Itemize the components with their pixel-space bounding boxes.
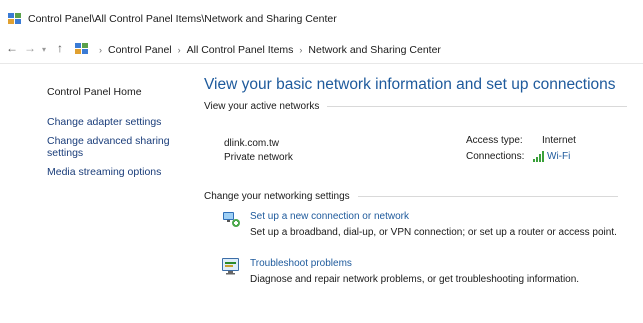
sidebar-item-advanced-sharing[interactable]: Change advanced sharing	[47, 135, 170, 147]
breadcrumb-separator-icon: ›	[299, 45, 303, 55]
networking-settings-heading: Change your networking settings	[204, 191, 618, 202]
troubleshoot-description: Diagnose and repair network problems, or…	[250, 274, 580, 285]
back-arrow-icon[interactable]: ←	[6, 42, 18, 54]
access-type-label: Access type:	[466, 135, 523, 146]
sidebar-item-control-panel-home[interactable]: Control Panel Home	[47, 86, 142, 98]
up-arrow-icon[interactable]: ↑	[57, 42, 63, 54]
network-setup-icon	[223, 212, 240, 227]
network-name: dlink.com.tw	[224, 138, 280, 149]
wifi-connection-link[interactable]: Wi-Fi	[547, 151, 570, 162]
networking-settings-heading-text: Change your networking settings	[204, 191, 350, 202]
main-content: View your basic network information and …	[204, 64, 643, 323]
sidebar-item-adapter-settings[interactable]: Change adapter settings	[47, 116, 161, 128]
active-networks-heading-text: View your active networks	[204, 101, 320, 112]
setup-connection-description: Set up a broadband, dial-up, or VPN conn…	[250, 227, 617, 238]
control-panel-icon	[75, 43, 88, 54]
sidebar-item-advanced-sharing-line2[interactable]: settings	[47, 147, 83, 159]
control-panel-icon	[8, 13, 21, 24]
connections-label: Connections:	[466, 151, 525, 162]
section-divider	[327, 106, 628, 107]
network-type: Private network	[224, 152, 293, 163]
address-bar: ← → ▾ ↑ › Control Panel › All Control Pa…	[0, 34, 643, 64]
access-type-value: Internet	[542, 135, 576, 146]
sidebar: Control Panel Home Change adapter settin…	[0, 64, 188, 323]
page-title: View your basic network information and …	[204, 76, 616, 93]
breadcrumb-all-items[interactable]: All Control Panel Items	[187, 44, 294, 56]
forward-arrow-icon[interactable]: →	[24, 42, 36, 54]
active-networks-heading: View your active networks	[204, 101, 628, 112]
breadcrumb-control-panel[interactable]: Control Panel	[108, 44, 172, 56]
troubleshoot-icon	[222, 258, 239, 275]
breadcrumb-separator-icon: ›	[177, 45, 181, 55]
troubleshoot-link[interactable]: Troubleshoot problems	[250, 258, 352, 269]
sidebar-item-media-streaming[interactable]: Media streaming options	[47, 166, 161, 178]
breadcrumb: › Control Panel › All Control Panel Item…	[93, 44, 441, 56]
recent-locations-chevron-icon[interactable]: ▾	[42, 44, 46, 56]
breadcrumb-separator-icon: ›	[99, 45, 102, 55]
wifi-signal-icon	[533, 151, 544, 162]
breadcrumb-network-sharing[interactable]: Network and Sharing Center	[308, 44, 441, 56]
window-title: Control Panel\All Control Panel Items\Ne…	[28, 13, 337, 25]
section-divider	[357, 196, 618, 197]
setup-connection-link[interactable]: Set up a new connection or network	[250, 211, 409, 222]
title-bar: Control Panel\All Control Panel Items\Ne…	[0, 0, 643, 34]
